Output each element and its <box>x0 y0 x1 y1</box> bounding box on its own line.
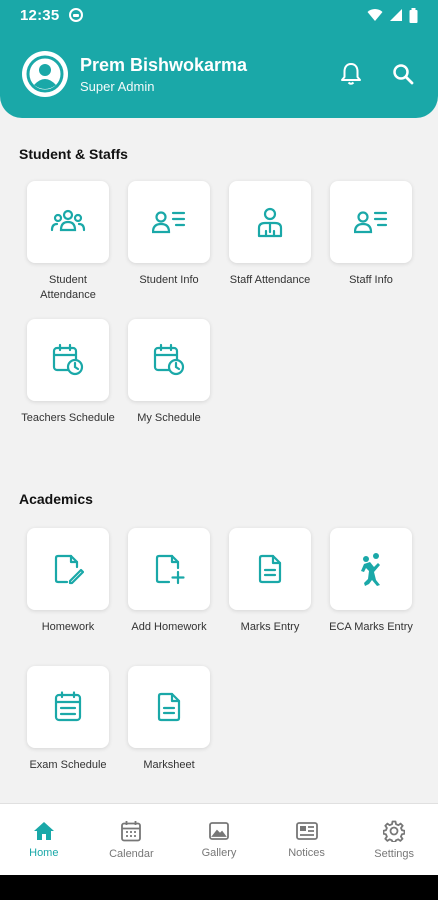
user-role: Super Admin <box>80 78 155 94</box>
battery-icon <box>409 7 418 23</box>
notices-icon <box>295 821 318 840</box>
document-icon <box>258 554 282 584</box>
tile-teachers-schedule[interactable]: Teachers Schedule <box>21 319 115 451</box>
nav-label: Notices <box>288 846 325 859</box>
bell-icon <box>341 63 361 85</box>
tile-homework[interactable]: Homework <box>27 528 109 660</box>
avatar[interactable] <box>22 51 68 97</box>
tile-card <box>128 528 210 610</box>
person-list-icon <box>354 211 388 234</box>
tile-student-info[interactable]: Student Info <box>128 181 210 313</box>
staff-icon <box>257 207 283 238</box>
search-button[interactable] <box>390 61 416 87</box>
tile-label: Add Homework <box>131 621 207 633</box>
status-bar: 12:35 <box>0 0 438 30</box>
status-time: 12:35 <box>20 6 60 24</box>
tile-label: Homework <box>41 621 95 633</box>
tile-card <box>27 528 109 610</box>
tile-label: Teachers Schedule <box>21 412 115 424</box>
tile-label: Exam Schedule <box>29 759 107 771</box>
user-name: Prem Bishwokarma <box>80 54 248 75</box>
tile-label: Student Attendance <box>40 274 96 301</box>
schedule-list-icon <box>54 691 82 722</box>
tile-label: ECA Marks Entry <box>329 621 413 633</box>
nav-label: Calendar <box>109 847 154 860</box>
group-icon <box>50 209 86 232</box>
tile-add-homework[interactable]: Add Homework <box>128 528 210 660</box>
document-icon <box>157 692 181 722</box>
app-notification-icon <box>69 8 84 22</box>
student-staffs-grid: Student Attendance Student Info Staff At… <box>21 181 412 451</box>
nav-calendar[interactable]: Calendar <box>88 804 176 875</box>
user-info: Prem Bishwokarma Super Admin <box>80 55 247 94</box>
nav-label: Gallery <box>201 846 237 859</box>
tile-my-schedule[interactable]: My Schedule <box>128 319 210 451</box>
tile-label: Marks Entry <box>240 621 300 633</box>
tile-card <box>27 181 109 263</box>
nav-notices[interactable]: Notices <box>263 804 351 875</box>
app-header: Prem Bishwokarma Super Admin <box>0 30 438 118</box>
tile-label: Student Info <box>139 274 199 286</box>
bottom-nav: Home Calendar Gallery Notices Settings <box>0 803 438 875</box>
nav-label: Home <box>29 846 59 859</box>
nav-settings[interactable]: Settings <box>350 804 438 875</box>
add-document-icon <box>155 554 185 585</box>
notification-button[interactable] <box>338 61 364 87</box>
tile-label: Staff Attendance <box>229 274 311 286</box>
wifi-icon <box>367 9 383 21</box>
calendar-clock-icon <box>52 343 84 376</box>
tile-student-attendance[interactable]: Student Attendance <box>27 181 109 313</box>
academics-grid: Homework Add Homework Marks Entry ECA Ma… <box>27 528 413 798</box>
tile-card <box>27 666 109 748</box>
home-icon <box>33 821 54 840</box>
tile-card <box>128 181 210 263</box>
section-title-student-staffs: Student & Staffs <box>19 146 128 162</box>
nav-gallery[interactable]: Gallery <box>175 804 263 875</box>
tile-card <box>27 319 109 401</box>
header-actions <box>338 61 416 87</box>
nav-label: Settings <box>374 847 415 860</box>
tile-card <box>330 528 412 610</box>
tile-label: Staff Info <box>349 274 393 286</box>
search-icon <box>393 64 414 85</box>
sports-icon <box>361 553 380 586</box>
tile-card <box>128 666 210 748</box>
system-nav-bar <box>0 875 438 900</box>
tile-eca-marks-entry[interactable]: ECA Marks Entry <box>329 528 413 660</box>
tile-card <box>128 319 210 401</box>
calendar-icon <box>121 820 142 841</box>
tile-card <box>229 528 311 610</box>
person-list-icon <box>152 211 186 234</box>
status-icons <box>367 7 418 23</box>
tile-card <box>330 181 412 263</box>
tile-staff-attendance[interactable]: Staff Attendance <box>229 181 311 313</box>
tile-label: My Schedule <box>137 412 201 424</box>
user-avatar-icon <box>26 55 64 93</box>
tile-exam-schedule[interactable]: Exam Schedule <box>27 666 109 798</box>
nav-home[interactable]: Home <box>0 804 88 875</box>
tile-card <box>229 181 311 263</box>
settings-icon <box>383 820 406 842</box>
tile-staff-info[interactable]: Staff Info <box>330 181 412 313</box>
tile-marksheet[interactable]: Marksheet <box>128 666 210 798</box>
edit-document-icon <box>54 554 84 585</box>
calendar-clock-icon <box>153 343 185 376</box>
gallery-icon <box>209 821 229 840</box>
signal-icon <box>390 9 402 21</box>
tile-marks-entry[interactable]: Marks Entry <box>229 528 311 660</box>
section-title-academics: Academics <box>19 491 93 507</box>
tile-label: Marksheet <box>143 759 195 771</box>
